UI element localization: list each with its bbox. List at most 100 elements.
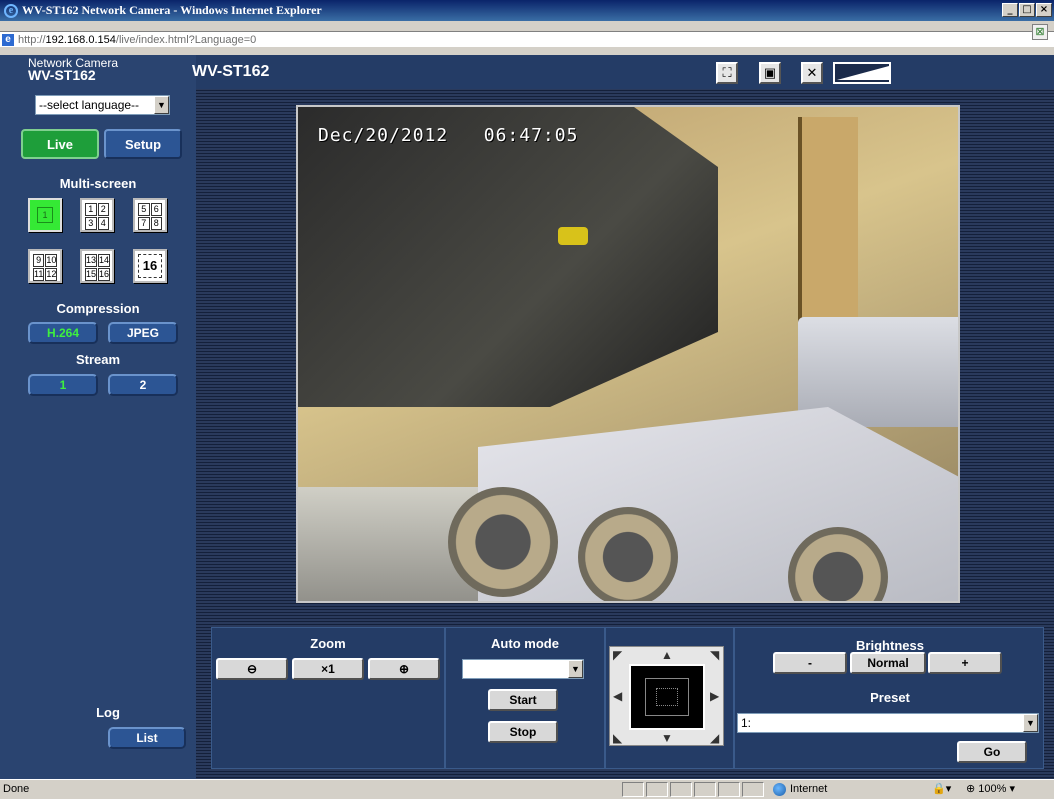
jpeg-button[interactable]: JPEG [108, 322, 178, 344]
multiscreen-title: Multi-screen [59, 176, 137, 191]
cell: 3 [85, 217, 97, 230]
status-cell [742, 782, 764, 797]
globe-icon [773, 782, 786, 796]
preset-value: 1: [741, 716, 752, 730]
stream-2-button[interactable]: 2 [108, 374, 178, 396]
camera-snapshot-icon[interactable]: ▣ [759, 62, 781, 84]
video-date: Dec/20/2012 [318, 125, 449, 146]
video-timestamp: Dec/20/2012 06:47:05 [318, 125, 578, 146]
security-zone: Internet [773, 780, 827, 798]
ptz-frame [645, 678, 689, 716]
address-host: 192.168.0.154 [45, 33, 116, 46]
video-connector [578, 507, 678, 601]
arrow-up-icon[interactable]: ▲ [661, 648, 673, 662]
compression-title: Compression [56, 301, 140, 316]
multiscreen-13-16-button[interactable]: 13 14 15 16 [80, 249, 114, 283]
arrow-right-icon[interactable]: ▶ [710, 689, 719, 703]
cell: 13 [85, 254, 98, 267]
multiscreen-16-button[interactable]: 16 [133, 249, 167, 283]
zoom-reset-button[interactable]: ×1 [292, 658, 364, 680]
cell: 11 [33, 268, 45, 281]
divider [604, 628, 606, 768]
zoom-in-button[interactable]: ⊕ [368, 658, 440, 680]
address-field[interactable]: e http://192.168.0.154/live/index.html?L… [0, 31, 1054, 47]
volume-slider[interactable] [833, 62, 891, 84]
zoom-out-button[interactable]: ⊖ [216, 658, 288, 680]
arrow-up-left-icon[interactable]: ◤ [613, 648, 622, 662]
camera-model: WV-ST162 [28, 67, 96, 83]
status-bar: Done Internet 🔒▾ ⊕ 100% ▾ [0, 779, 1054, 799]
video-connector [448, 487, 558, 597]
cell: 14 [98, 254, 111, 267]
cell: 6 [150, 203, 162, 216]
minimize-button[interactable]: _ [1002, 3, 1018, 17]
multiscreen-5-8-button[interactable]: 5678 [133, 198, 167, 232]
quad-screen-icon: 13 14 15 16 [85, 254, 111, 281]
chevron-down-icon[interactable]: ▼ [1023, 714, 1038, 732]
status-cell [718, 782, 740, 797]
cell: 7 [138, 217, 150, 230]
preset-go-button[interactable]: Go [957, 741, 1027, 763]
compat-view-icon[interactable]: ⊠ [1032, 24, 1048, 40]
cell: 9 [33, 254, 45, 267]
camera-label: Network Camera WV-ST162 [28, 57, 118, 83]
cell: 2 [97, 203, 109, 216]
language-select[interactable]: --select language-- ▼ [35, 95, 170, 115]
multiscreen-1-4-button[interactable]: 1234 [80, 198, 114, 232]
mute-icon[interactable]: ✕ [801, 62, 823, 84]
cell: 4 [97, 217, 109, 230]
quad-screen-icon: 9 10 11 12 [33, 254, 58, 281]
language-select-value: --select language-- [39, 98, 140, 112]
arrow-up-right-icon[interactable]: ◥ [710, 648, 719, 662]
status-cells [622, 782, 764, 797]
multiscreen-1-button[interactable]: 1 [28, 198, 62, 232]
multiscreen-9-12-button[interactable]: 9 10 11 12 [28, 249, 62, 283]
stream-title: Stream [75, 352, 121, 367]
tab-setup[interactable]: Setup [104, 129, 182, 159]
header: WV-ST162 ⛶ ▣ ✕ [192, 55, 1054, 89]
automode-select[interactable]: ▼ [462, 659, 584, 679]
zoom-level[interactable]: ⊕ 100% ▾ [966, 780, 1015, 798]
arrow-down-right-icon[interactable]: ◢ [710, 731, 719, 745]
arrow-left-icon[interactable]: ◀ [613, 689, 622, 703]
chevron-down-icon[interactable]: ▼ [154, 96, 169, 114]
brightness-normal-button[interactable]: Normal [850, 652, 926, 674]
automode-start-button[interactable]: Start [488, 689, 558, 711]
fullscreen-icon[interactable]: ⛶ [716, 62, 738, 84]
brightness-plus-button[interactable]: + [928, 652, 1002, 674]
cell: 16 [98, 268, 111, 281]
protected-mode-icon[interactable]: 🔒▾ [932, 780, 951, 798]
arrow-down-icon[interactable]: ▼ [661, 731, 673, 745]
automode-stop-button[interactable]: Stop [488, 721, 558, 743]
preset-select[interactable]: 1: ▼ [737, 713, 1039, 733]
status-cell [694, 782, 716, 797]
chevron-down-icon[interactable]: ▼ [568, 660, 583, 678]
preset-title: Preset [870, 690, 910, 705]
status-cell [622, 782, 644, 797]
zoom-in-icon: ⊕ [398, 662, 410, 676]
close-button[interactable]: × [1036, 3, 1052, 17]
single-screen-icon: 1 [37, 207, 53, 223]
log-title: Log [96, 705, 120, 720]
page-icon: e [2, 33, 14, 46]
cell: 10 [45, 254, 58, 267]
maximize-button[interactable]: □ [1019, 3, 1035, 17]
h264-button[interactable]: H.264 [28, 322, 98, 344]
arrow-down-left-icon[interactable]: ◣ [613, 731, 622, 745]
tab-live[interactable]: Live [21, 129, 99, 159]
address-path: /live/index.html?Language=0 [115, 33, 257, 46]
address-bar: e http://192.168.0.154/live/index.html?L… [0, 21, 1054, 55]
ptz-pad[interactable]: ◤ ▲ ◥ ◀ ▶ ◣ ▼ ◢ [609, 646, 724, 746]
zoom-title: Zoom [310, 636, 346, 651]
brightness-title: Brightness [856, 638, 924, 653]
brightness-minus-button[interactable]: - [773, 652, 847, 674]
volume-level [837, 66, 889, 80]
ptz-center-area[interactable] [629, 664, 705, 730]
quad-screen-icon: 5678 [138, 203, 162, 230]
status-text: Done [3, 783, 30, 795]
log-list-button[interactable]: List [108, 727, 186, 749]
stream-1-button[interactable]: 1 [28, 374, 98, 396]
cell: 12 [45, 268, 58, 281]
ie-logo-icon: e [4, 3, 18, 18]
window-titlebar: e WV-ST162 Network Camera - Windows Inte… [0, 0, 1054, 21]
